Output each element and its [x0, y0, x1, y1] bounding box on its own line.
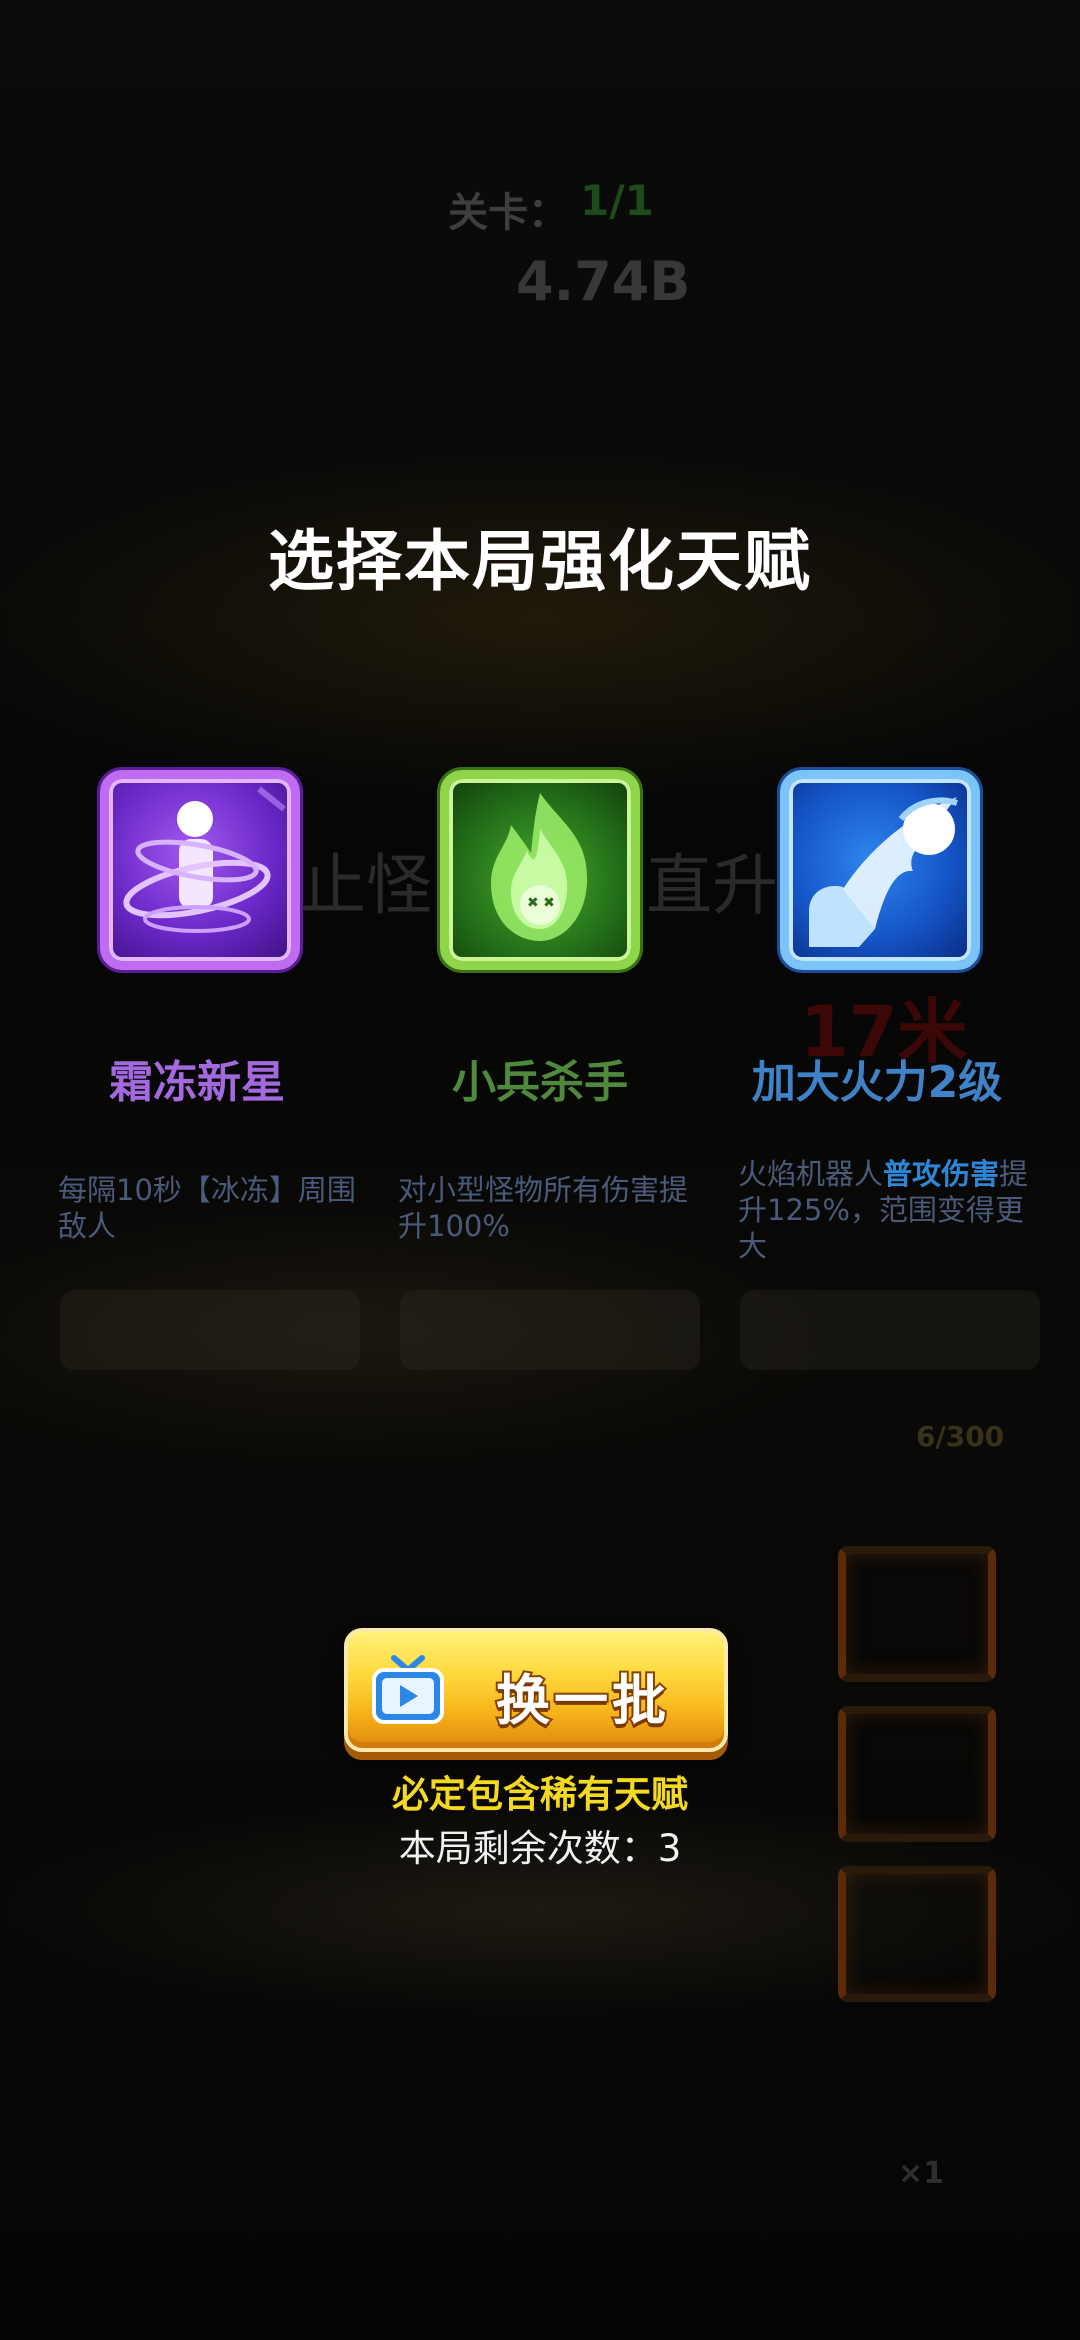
talent-name: 霜冻新星: [109, 1057, 285, 1108]
stage-label: 关卡：: [448, 190, 568, 236]
stage-value: 1/1: [580, 176, 654, 225]
tv-ad-icon: [372, 1655, 444, 1724]
rare-guarantee-text: 必定包含稀有天赋: [392, 1773, 688, 1816]
background-text-right: 直升: [646, 847, 778, 924]
remaining-count: 本局剩余次数：3: [398, 1827, 682, 1870]
wave-progress: 6/300: [916, 1420, 1005, 1453]
frost-nova-graphic: [123, 786, 286, 933]
background-panel: [400, 1290, 700, 1370]
firepower-graphic: [809, 797, 958, 947]
refresh-button[interactable]: 换一批: [344, 1628, 728, 1752]
page-title: 选择本局强化天赋: [268, 523, 812, 600]
frost-nova-icon[interactable]: [100, 770, 300, 970]
minion-killer-graphic: ✖ ✖: [491, 793, 588, 941]
talent-description: 每隔10秒【冰冻】周围敌人: [58, 1173, 356, 1243]
talent-name: 加大火力2级: [751, 1057, 1003, 1108]
background-panel: [60, 1290, 360, 1370]
firepower-icon[interactable]: [780, 770, 980, 970]
background-slot: [838, 1866, 996, 2002]
talent-description: 火焰机器人普攻伤害提升125%，范围变得更大: [738, 1156, 1038, 1264]
minion-killer-icon[interactable]: ✖ ✖: [440, 770, 640, 970]
description-prefix: 火焰机器人: [738, 1157, 884, 1191]
talent-name: 小兵杀手: [452, 1057, 628, 1108]
talent-description: 对小型怪物所有伤害提升100%: [398, 1173, 689, 1243]
refresh-label: 换一批: [494, 1667, 670, 1734]
game-screen: 关卡： 1/1 4.74B 止怪 直升 17米 6/300 ×1 选择本局强化天…: [0, 0, 1080, 2340]
background-text-left: 止怪: [300, 847, 432, 924]
svg-text:✖ ✖: ✖ ✖: [527, 895, 555, 911]
background-panel: [740, 1290, 1040, 1370]
speed-multiplier: ×1: [898, 2156, 945, 2191]
background-slot: [838, 1546, 996, 1682]
description-highlight: 普攻伤害: [883, 1157, 1000, 1191]
power-value: 4.74B: [516, 250, 691, 313]
